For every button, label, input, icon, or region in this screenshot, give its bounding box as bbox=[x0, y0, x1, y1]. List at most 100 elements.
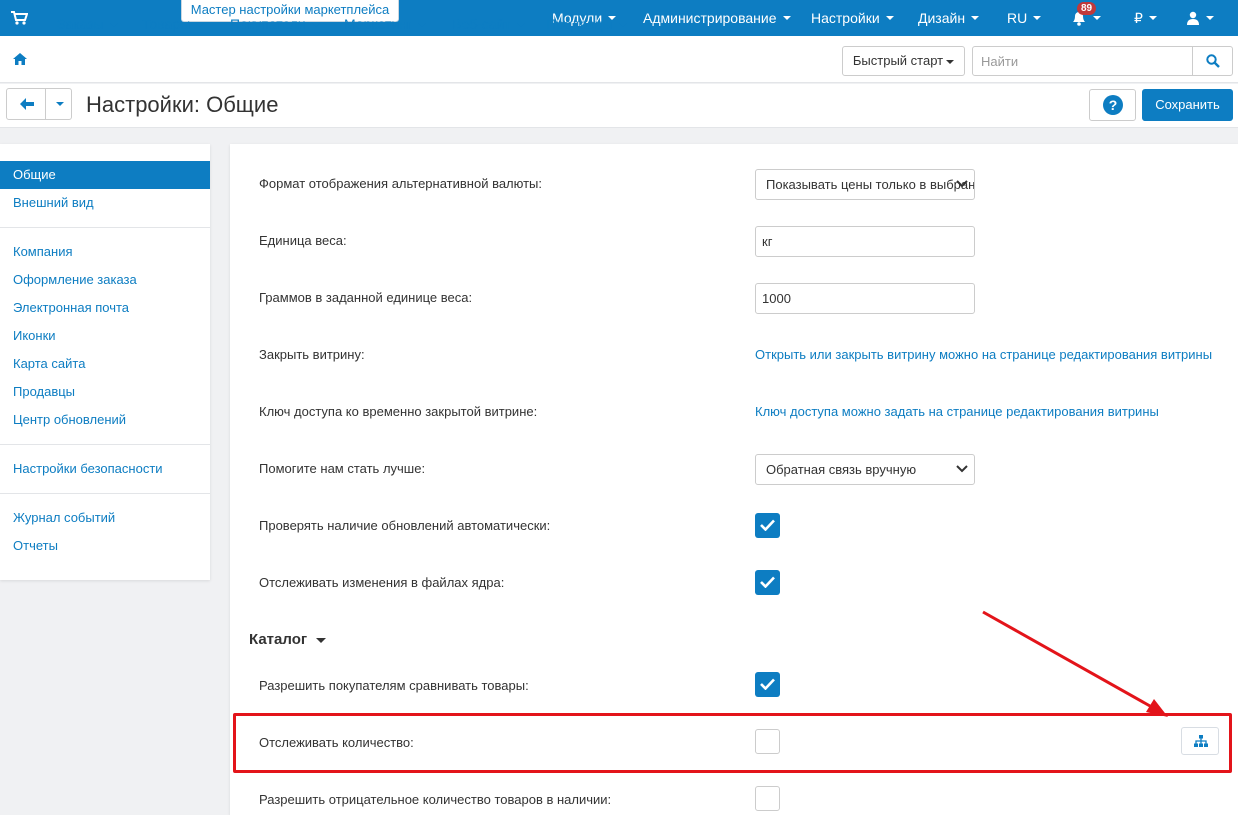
feedback-label: Помогите нам стать лучше: bbox=[259, 461, 426, 476]
svg-text:?: ? bbox=[1109, 97, 1118, 113]
menu-settings-label: Настройки bbox=[811, 10, 880, 26]
chevron-down-icon bbox=[1033, 16, 1042, 20]
close-store-label: Закрыть витрину: bbox=[259, 347, 365, 362]
chevron-down-icon bbox=[971, 16, 980, 20]
compare-checkbox[interactable] bbox=[755, 672, 780, 697]
auto-updates-checkbox[interactable] bbox=[755, 513, 780, 538]
feedback-value: Обратная связь вручную bbox=[766, 462, 917, 477]
close-store-link[interactable]: Открыть или закрыть витрину можно на стр… bbox=[755, 347, 1212, 362]
feedback-select[interactable]: Обратная связь вручную bbox=[755, 454, 975, 485]
chevron-down-icon bbox=[956, 180, 968, 188]
chevron-down-icon bbox=[618, 23, 627, 28]
sidebar-item-sitemap[interactable]: Карта сайта bbox=[0, 350, 210, 378]
chevron-down-icon bbox=[782, 16, 791, 20]
search-button[interactable] bbox=[1192, 46, 1233, 76]
chevron-down-icon bbox=[516, 23, 525, 28]
grams-per-unit-input[interactable] bbox=[755, 283, 975, 314]
currency-label: ₽ bbox=[1134, 9, 1143, 26]
nav-products-label: Товары bbox=[142, 16, 191, 32]
sidebar-item-security[interactable]: Настройки безопасности bbox=[0, 455, 210, 483]
checkmark-icon bbox=[760, 678, 775, 690]
sidebar-divider bbox=[0, 227, 210, 228]
save-button[interactable]: Сохранить bbox=[1142, 89, 1233, 121]
question-icon: ? bbox=[1103, 95, 1123, 115]
settings-sidebar: Общие Внешний вид Компания Оформление за… bbox=[0, 144, 210, 580]
chevron-down-icon bbox=[109, 23, 118, 28]
auto-updates-label: Проверять наличие обновлений автоматичес… bbox=[259, 518, 551, 533]
alt-currency-value: Показывать цены только в выбранной валют… bbox=[766, 177, 975, 192]
weight-unit-input[interactable] bbox=[755, 226, 975, 257]
access-key-label: Ключ доступа ко временно закрытой витрин… bbox=[259, 404, 538, 419]
chevron-down-icon bbox=[196, 23, 205, 28]
nav-marketing[interactable]: Маркетинг bbox=[344, 16, 427, 32]
negative-stock-checkbox[interactable] bbox=[755, 786, 780, 811]
arrow-left-icon bbox=[20, 98, 34, 110]
track-core-label: Отслеживать изменения в файлах ядра: bbox=[259, 575, 505, 590]
nav-website-label: Веб-сайт bbox=[452, 16, 511, 32]
chevron-down-icon bbox=[956, 465, 968, 473]
sidebar-item-appearance[interactable]: Внешний вид bbox=[0, 189, 210, 217]
quick-start-label: Быстрый старт bbox=[852, 53, 944, 68]
nav-customers[interactable]: Покупатели bbox=[230, 16, 320, 32]
chevron-down-icon bbox=[1206, 16, 1214, 20]
menu-language-label: RU bbox=[1007, 10, 1028, 26]
checkmark-icon bbox=[760, 576, 775, 588]
checkmark-icon bbox=[760, 519, 775, 531]
alt-currency-select[interactable]: Показывать цены только в выбранной валют… bbox=[755, 169, 975, 200]
menu-currency[interactable]: ₽ bbox=[1134, 0, 1157, 36]
sidebar-divider bbox=[0, 444, 210, 445]
sidebar-item-checkout[interactable]: Оформление заказа bbox=[0, 266, 210, 294]
menu-administration-label: Администрирование bbox=[643, 10, 777, 26]
menu-language[interactable]: RU bbox=[1007, 0, 1042, 36]
nav-vendors[interactable]: Продавцы bbox=[546, 16, 627, 32]
search-input[interactable] bbox=[972, 46, 1193, 76]
sidebar-item-vendors[interactable]: Продавцы bbox=[0, 378, 210, 406]
back-button[interactable] bbox=[6, 88, 46, 120]
sidebar-item-email[interactable]: Электронная почта bbox=[0, 294, 210, 322]
alt-currency-label: Формат отображения альтернативной валюты… bbox=[259, 176, 543, 191]
chevron-down-icon bbox=[418, 23, 427, 28]
chevron-down-icon bbox=[946, 59, 955, 64]
chevron-down-icon bbox=[1093, 16, 1101, 20]
sidebar-item-company[interactable]: Компания bbox=[0, 238, 210, 266]
nav-products[interactable]: Товары bbox=[142, 16, 205, 32]
sidebar-item-general[interactable]: Общие bbox=[0, 161, 210, 189]
chevron-down-icon bbox=[885, 16, 894, 20]
nav-customers-label: Покупатели bbox=[230, 16, 306, 32]
sidebar-item-logs[interactable]: Журнал событий bbox=[0, 504, 210, 532]
menu-settings[interactable]: Настройки bbox=[811, 0, 894, 36]
history-dropdown[interactable] bbox=[45, 88, 72, 120]
track-core-checkbox[interactable] bbox=[755, 570, 780, 595]
home-icon[interactable] bbox=[13, 53, 27, 65]
menu-administration[interactable]: Администрирование bbox=[643, 0, 791, 36]
sidebar-item-upgrade-center[interactable]: Центр обновлений bbox=[0, 406, 210, 434]
nav-orders[interactable]: Заказы bbox=[57, 16, 118, 32]
sidebar-item-icons[interactable]: Иконки bbox=[0, 322, 210, 350]
cart-icon[interactable] bbox=[10, 10, 28, 26]
nav-orders-label: Заказы bbox=[57, 16, 104, 32]
search-icon bbox=[1206, 54, 1220, 68]
menu-user[interactable] bbox=[1186, 0, 1214, 36]
nav-marketing-label: Маркетинг bbox=[344, 16, 413, 32]
notifications-dropdown[interactable] bbox=[1093, 0, 1101, 36]
menu-design-label: Дизайн bbox=[918, 10, 966, 26]
sidebar-item-reports[interactable]: Отчеты bbox=[0, 532, 210, 560]
menu-design[interactable]: Дизайн bbox=[918, 0, 980, 36]
chevron-down-icon bbox=[311, 23, 320, 28]
chevron-down-icon bbox=[1148, 16, 1157, 20]
weight-unit-label: Единица веса: bbox=[259, 233, 347, 248]
chevron-down-icon bbox=[56, 102, 64, 106]
nav-website[interactable]: Веб-сайт bbox=[452, 16, 525, 32]
negative-stock-label: Разрешить отрицательное количество товар… bbox=[259, 792, 612, 807]
caret-down-icon bbox=[316, 637, 327, 643]
grams-per-unit-label: Граммов в заданной единице веса: bbox=[259, 290, 473, 305]
catalog-section-title: Каталог bbox=[249, 631, 308, 648]
help-button[interactable]: ? bbox=[1089, 89, 1136, 121]
page-title: Настройки: Общие bbox=[86, 92, 279, 117]
catalog-section-header[interactable]: Каталог bbox=[249, 631, 327, 648]
highlight-box bbox=[233, 713, 1232, 773]
access-key-link[interactable]: Ключ доступа можно задать на странице ре… bbox=[755, 404, 1159, 419]
compare-label: Разрешить покупателям сравнивать товары: bbox=[259, 678, 529, 693]
sidebar-divider bbox=[0, 493, 210, 494]
quick-start-button[interactable]: Быстрый старт bbox=[842, 46, 965, 76]
